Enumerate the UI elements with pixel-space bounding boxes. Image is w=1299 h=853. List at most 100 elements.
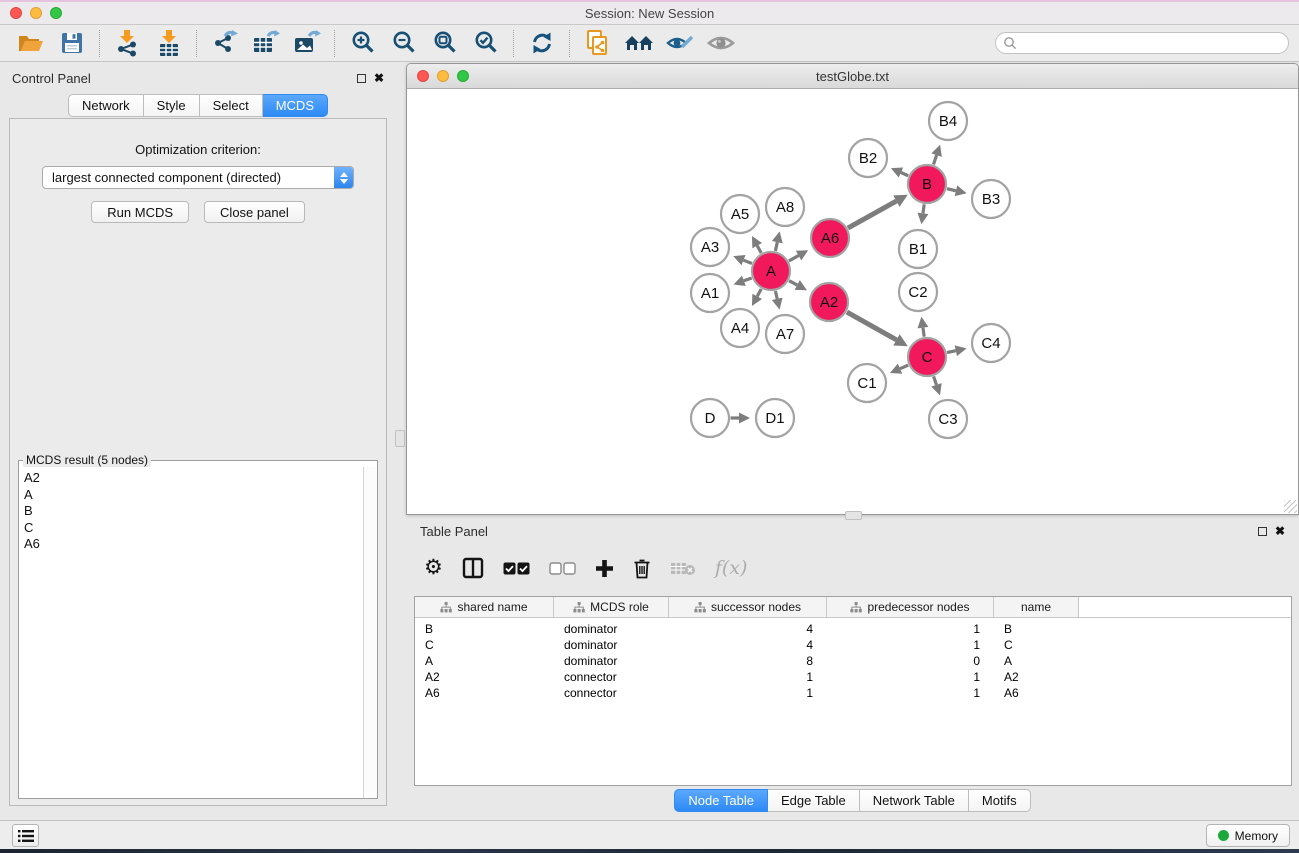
mcds-result-list[interactable]: A2ABCA6 (19, 467, 363, 798)
tab-network-table[interactable]: Network Table (860, 789, 969, 812)
tab-edge-table[interactable]: Edge Table (768, 789, 860, 812)
table-header-row[interactable]: shared nameMCDS rolesuccessor nodesprede… (415, 597, 1291, 618)
vertical-splitter-handle[interactable] (395, 430, 405, 447)
export-table-icon[interactable] (245, 28, 286, 59)
tab-mcds[interactable]: MCDS (263, 94, 328, 117)
eye-pen-icon[interactable] (659, 28, 700, 59)
network-canvas[interactable]: B4 B2 B B3 A8A5 A6 A3 B1 A A1 C2 A2 A4A7 C4 C C1 C3 D D1 (407, 89, 1298, 514)
table-cell: 1 (827, 685, 994, 701)
table-row[interactable]: Bdominator41B (415, 621, 1291, 637)
result-item[interactable]: A6 (24, 536, 363, 553)
close-window-button[interactable] (10, 7, 22, 19)
network-window-titlebar[interactable]: testGlobe.txt (407, 64, 1298, 89)
export-network-icon[interactable] (204, 28, 245, 59)
zoom-fit-icon[interactable] (424, 28, 465, 59)
result-item[interactable]: C (24, 520, 363, 537)
graph-node-A4[interactable]: A4 (721, 309, 759, 347)
graph-node-A6[interactable]: A6 (811, 219, 849, 257)
search-text-field[interactable] (1017, 34, 1288, 52)
graph-node-A3[interactable]: A3 (691, 228, 729, 266)
network-zoom-button[interactable] (457, 70, 469, 82)
graph-node-D1[interactable]: D1 (756, 399, 794, 437)
network-minimize-button[interactable] (437, 70, 449, 82)
graph-node-A1[interactable]: A1 (691, 274, 729, 312)
horizontal-splitter-handle[interactable] (845, 511, 862, 520)
zoom-out-icon[interactable] (383, 28, 424, 59)
table-row[interactable]: A2connector11A2 (415, 669, 1291, 685)
search-input[interactable] (995, 32, 1289, 54)
export-image-icon[interactable] (286, 28, 327, 59)
result-item[interactable]: B (24, 503, 363, 520)
graph-node-B2[interactable]: B2 (849, 139, 887, 177)
delete-table-icon (670, 555, 696, 581)
zoom-in-icon[interactable] (342, 28, 383, 59)
close-panel-icon[interactable]: ✖ (374, 73, 384, 83)
trash-icon[interactable] (633, 555, 651, 581)
copy-document-icon[interactable] (577, 28, 618, 59)
graph-node-A[interactable]: A (752, 252, 790, 290)
resize-grip[interactable] (1284, 500, 1297, 513)
svg-text:C4: C4 (981, 335, 1000, 352)
column-header-successor-nodes[interactable]: successor nodes (669, 597, 827, 618)
columns-icon[interactable] (462, 555, 484, 581)
minimize-window-button[interactable] (30, 7, 42, 19)
table-cell: 8 (669, 653, 827, 669)
float-table-panel-icon[interactable] (1258, 527, 1267, 536)
graph-node-C[interactable]: C (908, 338, 946, 376)
app-titlebar: Session: New Session (0, 0, 1299, 25)
table-row[interactable]: Adominator80A (415, 653, 1291, 669)
tab-style[interactable]: Style (144, 94, 200, 117)
graph-node-B[interactable]: B (908, 165, 946, 203)
import-network-icon[interactable] (107, 28, 148, 59)
tab-motifs[interactable]: Motifs (969, 789, 1031, 812)
table-row[interactable]: Cdominator41C (415, 637, 1291, 653)
import-table-icon[interactable] (148, 28, 189, 59)
tab-node-table[interactable]: Node Table (674, 789, 768, 812)
zoom-window-button[interactable] (50, 7, 62, 19)
result-scrollbar[interactable] (363, 467, 377, 798)
save-icon[interactable] (51, 28, 92, 59)
gear-icon[interactable]: ⚙ (424, 555, 443, 581)
houses-icon[interactable] (618, 28, 659, 59)
result-item[interactable]: A2 (24, 470, 363, 487)
eye-icon[interactable] (700, 28, 741, 59)
deselect-all-icon[interactable] (549, 555, 576, 581)
folder-open-icon[interactable] (10, 28, 51, 59)
column-header-shared-name[interactable]: shared name (415, 597, 554, 618)
close-table-panel-icon[interactable]: ✖ (1275, 526, 1285, 536)
graph-node-A2[interactable]: A2 (810, 283, 848, 321)
refresh-icon[interactable] (521, 28, 562, 59)
graph-node-D[interactable]: D (691, 399, 729, 437)
graph-node-B4[interactable]: B4 (929, 102, 967, 140)
select-all-icon[interactable] (503, 555, 530, 581)
close-panel-button[interactable]: Close panel (204, 201, 305, 223)
graph-node-C4[interactable]: C4 (972, 324, 1010, 362)
column-header-predecessor-nodes[interactable]: predecessor nodes (827, 597, 994, 618)
optimization-criterion-select[interactable]: largest connected component (directed) (42, 166, 354, 189)
graph-node-C2[interactable]: C2 (899, 273, 937, 311)
column-header-MCDS-role[interactable]: MCDS role (554, 597, 669, 618)
table-row[interactable]: A6connector11A6 (415, 685, 1291, 701)
graph-node-B3[interactable]: B3 (972, 180, 1010, 218)
network-graph[interactable]: B4 B2 B B3 A8A5 A6 A3 B1 A A1 C2 A2 A4A7 C4 C C1 C3 D D1 (407, 89, 1298, 514)
svg-text:D: D (705, 410, 716, 427)
graph-node-C1[interactable]: C1 (848, 364, 886, 402)
column-header-name[interactable]: name (994, 597, 1079, 618)
memory-button[interactable]: Memory (1206, 824, 1290, 847)
network-close-button[interactable] (417, 70, 429, 82)
graph-node-A7[interactable]: A7 (766, 315, 804, 353)
tab-select[interactable]: Select (200, 94, 263, 117)
graph-node-B1[interactable]: B1 (899, 230, 937, 268)
result-item[interactable]: A (24, 487, 363, 504)
tab-network[interactable]: Network (68, 94, 144, 117)
graph-node-A5[interactable]: A5 (721, 195, 759, 233)
table-cell: dominator (554, 637, 669, 653)
graph-node-C3[interactable]: C3 (929, 400, 967, 438)
window-controls[interactable] (10, 7, 62, 19)
add-icon[interactable] (595, 555, 614, 581)
graph-node-A8[interactable]: A8 (766, 188, 804, 226)
zoom-selected-icon[interactable] (465, 28, 506, 59)
float-panel-icon[interactable] (357, 74, 366, 83)
run-mcds-button[interactable]: Run MCDS (91, 201, 189, 223)
task-history-button[interactable] (12, 824, 39, 847)
